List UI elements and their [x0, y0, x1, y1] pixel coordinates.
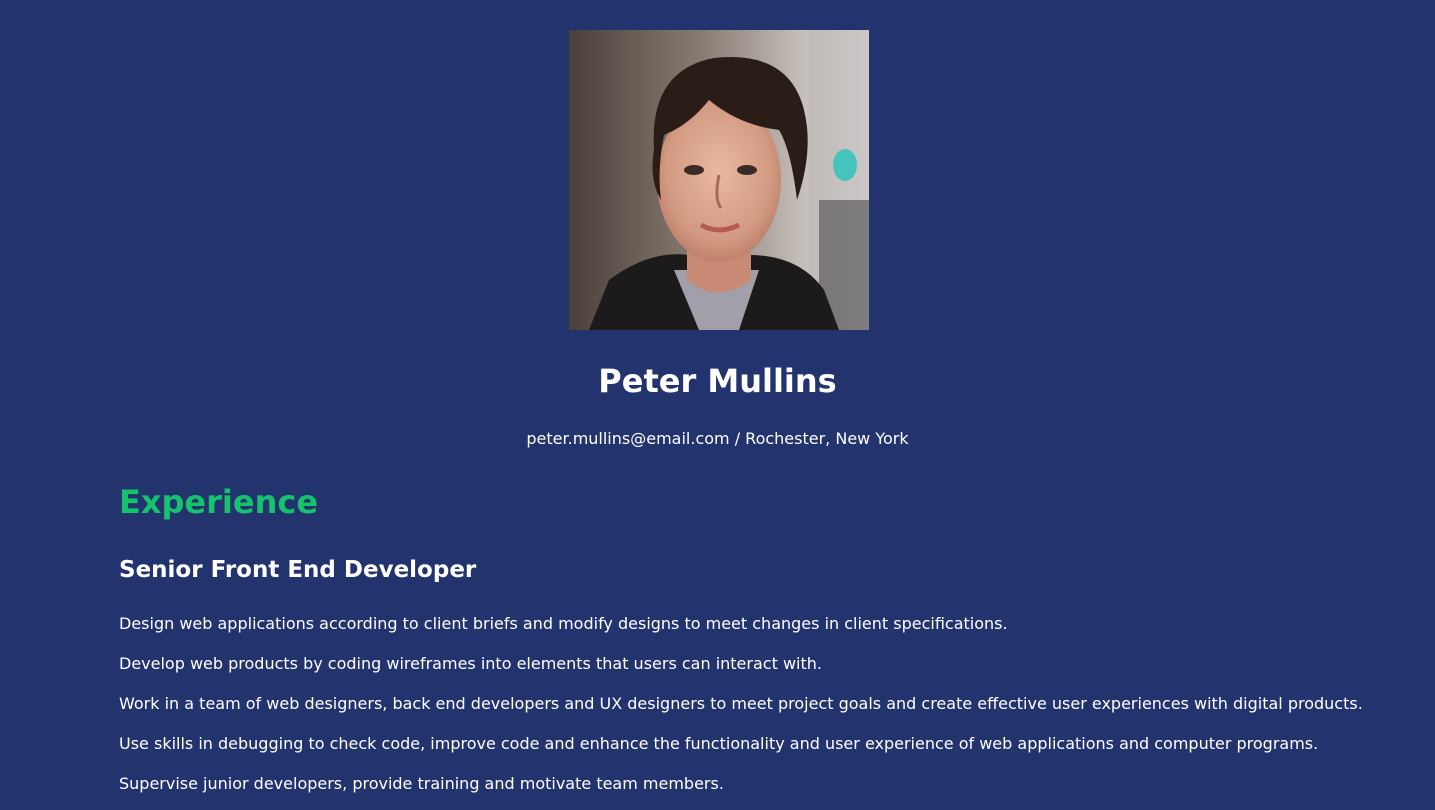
job-title: Senior Front End Developer	[119, 557, 477, 583]
experience-heading: Experience	[119, 483, 319, 521]
resume-page: Peter Mullins peter.mullins@email.com / …	[0, 0, 1435, 810]
duty-item: Work in a team of web designers, back en…	[119, 694, 1363, 713]
duty-item: Develop web products by coding wireframe…	[119, 654, 822, 673]
job-duties-list: Design web applications according to cli…	[119, 613, 1363, 810]
contact-line: peter.mullins@email.com / Rochester, New…	[526, 429, 909, 448]
duty-item: Supervise junior developers, provide tra…	[119, 774, 724, 793]
profile-photo	[569, 30, 869, 330]
duty-item: Design web applications according to cli…	[119, 614, 1008, 633]
profile-name: Peter Mullins	[598, 362, 837, 400]
duty-item: Use skills in debugging to check code, i…	[119, 734, 1319, 753]
